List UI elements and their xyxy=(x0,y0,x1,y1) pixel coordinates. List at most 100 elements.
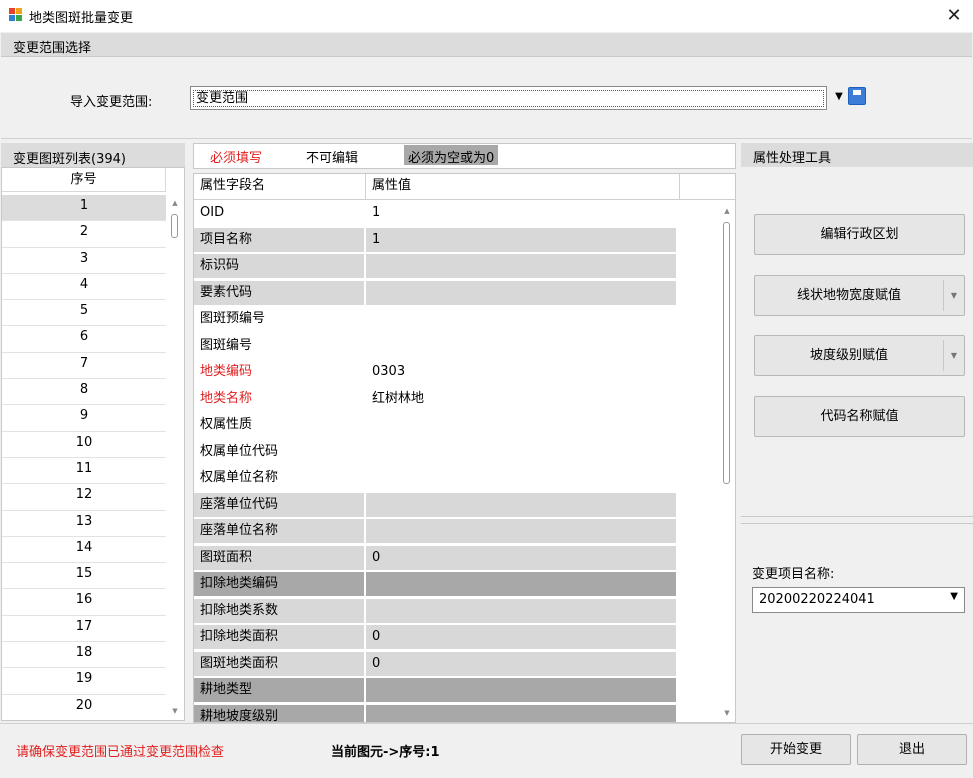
grid-row[interactable]: 耕地坡度级别 xyxy=(194,704,680,722)
grid-header: 属性字段名 属性值 xyxy=(194,174,735,200)
grid-row[interactable]: 图斑预编号 xyxy=(194,306,680,333)
field-value-cell[interactable]: 红树林地 xyxy=(366,387,676,411)
field-name-cell: 扣除地类面积 xyxy=(194,625,364,649)
list-item[interactable]: 14 xyxy=(2,537,166,564)
list-item[interactable]: 5 xyxy=(2,300,166,327)
edit-admin-region-button[interactable]: 编辑行政区划 xyxy=(754,214,965,255)
chevron-down-icon[interactable]: ▼ xyxy=(950,591,958,602)
list-item[interactable]: 9 xyxy=(2,405,166,432)
field-value-cell[interactable] xyxy=(366,440,676,464)
tools-header: 属性处理工具 xyxy=(741,143,973,167)
list-item[interactable]: 17 xyxy=(2,616,166,643)
grid-row[interactable]: 扣除地类系数 xyxy=(194,598,680,625)
legend-null-or-zero: 必须为空或为0 xyxy=(404,145,499,166)
field-name-cell: 标识码 xyxy=(194,254,364,278)
grid-rows: OID 1 项目名称 1 标识码 要素代码 图斑预编号 图斑编号 地类编码 0303 地类名称 红树林… xyxy=(194,200,680,722)
list-item[interactable]: 10 xyxy=(2,432,166,458)
scroll-up-icon[interactable]: ▲ xyxy=(718,204,735,218)
field-value-cell[interactable] xyxy=(366,466,676,490)
list-item[interactable]: 3 xyxy=(2,248,166,274)
list-item[interactable]: 18 xyxy=(2,642,166,669)
grid-row[interactable]: 图斑编号 xyxy=(194,333,680,360)
grid-row[interactable]: 项目名称 1 xyxy=(194,227,680,254)
project-name-label: 变更项目名称: xyxy=(752,567,835,582)
grid-row[interactable]: 权属单位名称 xyxy=(194,465,680,492)
grid-header-value: 属性值 xyxy=(366,174,680,200)
grid-row[interactable]: OID 1 xyxy=(194,200,680,227)
field-name-cell: 耕地坡度级别 xyxy=(194,704,364,722)
list-item[interactable]: 16 xyxy=(2,589,166,616)
project-name-combo[interactable]: 20200220224041 ▼ xyxy=(752,587,965,613)
grid-row[interactable]: 座落单位代码 xyxy=(194,492,680,519)
app-icon xyxy=(9,8,23,22)
field-name-cell: 权属单位代码 xyxy=(200,443,279,459)
chevron-down-icon[interactable]: ▼ xyxy=(943,340,964,371)
close-icon[interactable]: ✕ xyxy=(940,3,968,29)
list-item[interactable]: 4 xyxy=(2,274,166,301)
line-width-assign-button[interactable]: 线状地物宽度赋值 ▼ xyxy=(754,275,965,316)
list-item[interactable]: 6 xyxy=(2,326,166,353)
feature-list-header: 变更图斑列表(394) xyxy=(1,143,185,167)
chevron-down-icon[interactable]: ▼ xyxy=(943,280,964,311)
list-item[interactable]: 13 xyxy=(2,511,166,537)
field-name-cell: 项目名称 xyxy=(194,227,364,252)
grid-row[interactable]: 扣除地类编码 xyxy=(194,571,680,598)
legend-required: 必须填写 xyxy=(210,151,263,166)
list-item[interactable]: 19 xyxy=(2,668,166,695)
grid-row[interactable]: 座落单位名称 xyxy=(194,518,680,545)
field-name-cell: OID xyxy=(200,205,225,220)
import-range-label: 导入变更范围: xyxy=(70,95,153,110)
grid-row[interactable]: 扣除地类面积 0 xyxy=(194,624,680,651)
list-item[interactable]: 20 xyxy=(2,695,166,720)
slope-level-assign-button[interactable]: 坡度级别赋值 ▼ xyxy=(754,335,965,376)
attribute-grid[interactable]: 属性字段名 属性值 OID 1 项目名称 1 标识码 要素代码 图斑预编号 图斑编号 地类编码 0… xyxy=(193,173,736,723)
field-name-cell: 图斑编号 xyxy=(200,337,253,353)
grid-row[interactable]: 要素代码 xyxy=(194,280,680,307)
list-item[interactable]: 11 xyxy=(2,458,166,485)
scroll-down-icon[interactable]: ▼ xyxy=(718,706,735,720)
field-value-cell xyxy=(366,572,676,596)
grid-row[interactable]: 权属性质 xyxy=(194,412,680,439)
field-value-cell xyxy=(366,519,676,543)
list-item[interactable]: 12 xyxy=(2,484,166,511)
grid-row[interactable]: 地类编码 0303 xyxy=(194,359,680,386)
grid-header-field: 属性字段名 xyxy=(194,174,366,200)
start-change-button[interactable]: 开始变更 xyxy=(741,734,851,765)
grid-row[interactable]: 图斑地类面积 0 xyxy=(194,651,680,678)
field-value-cell[interactable]: 1 xyxy=(366,201,676,225)
field-value-cell[interactable]: 0303 xyxy=(366,360,676,384)
list-item[interactable]: 15 xyxy=(2,563,166,590)
grid-row[interactable]: 地类名称 红树林地 xyxy=(194,386,680,413)
list-item[interactable]: 1 xyxy=(2,195,166,222)
slope-level-assign-label: 坡度级别赋值 xyxy=(809,348,888,363)
list-item[interactable]: 8 xyxy=(2,379,166,406)
field-value-cell[interactable] xyxy=(366,307,676,331)
list-item[interactable]: 2 xyxy=(2,221,166,248)
field-name-cell: 权属性质 xyxy=(200,417,253,432)
field-name-cell: 地类名称 xyxy=(200,390,253,406)
field-value-cell xyxy=(366,492,676,517)
field-value-cell xyxy=(366,280,676,305)
field-name-cell: 耕地类型 xyxy=(194,678,364,702)
import-range-combo[interactable]: 变更范围 xyxy=(190,86,827,110)
scroll-up-icon[interactable]: ▲ xyxy=(166,196,184,210)
grid-scrollbar[interactable]: ▲ ▼ xyxy=(718,200,735,722)
grid-row[interactable]: 图斑面积 0 xyxy=(194,545,680,572)
exit-button[interactable]: 退出 xyxy=(857,734,967,765)
save-icon[interactable] xyxy=(848,87,866,105)
list-scrollbar[interactable]: ▲ ▼ xyxy=(166,192,184,720)
feature-list[interactable]: 序号 1 2 3 4 5 6 7 8 9 10 11 12 13 14 15 16 17 18 19 20 ▲ ▼ xyxy=(1,167,185,721)
field-value-cell[interactable] xyxy=(366,413,676,437)
chevron-down-icon[interactable]: ▼ xyxy=(832,86,846,108)
list-item[interactable]: 7 xyxy=(2,353,166,380)
scroll-thumb[interactable] xyxy=(171,214,178,238)
code-name-assign-button[interactable]: 代码名称赋值 xyxy=(754,396,965,437)
grid-row[interactable]: 标识码 xyxy=(194,253,680,280)
scroll-thumb[interactable] xyxy=(723,222,730,484)
scroll-down-icon[interactable]: ▼ xyxy=(166,704,184,718)
field-value-cell[interactable] xyxy=(366,334,676,358)
field-value-cell xyxy=(366,598,676,623)
grid-row[interactable]: 耕地类型 xyxy=(194,677,680,704)
splitter[interactable] xyxy=(741,516,973,524)
grid-row[interactable]: 权属单位代码 xyxy=(194,439,680,466)
